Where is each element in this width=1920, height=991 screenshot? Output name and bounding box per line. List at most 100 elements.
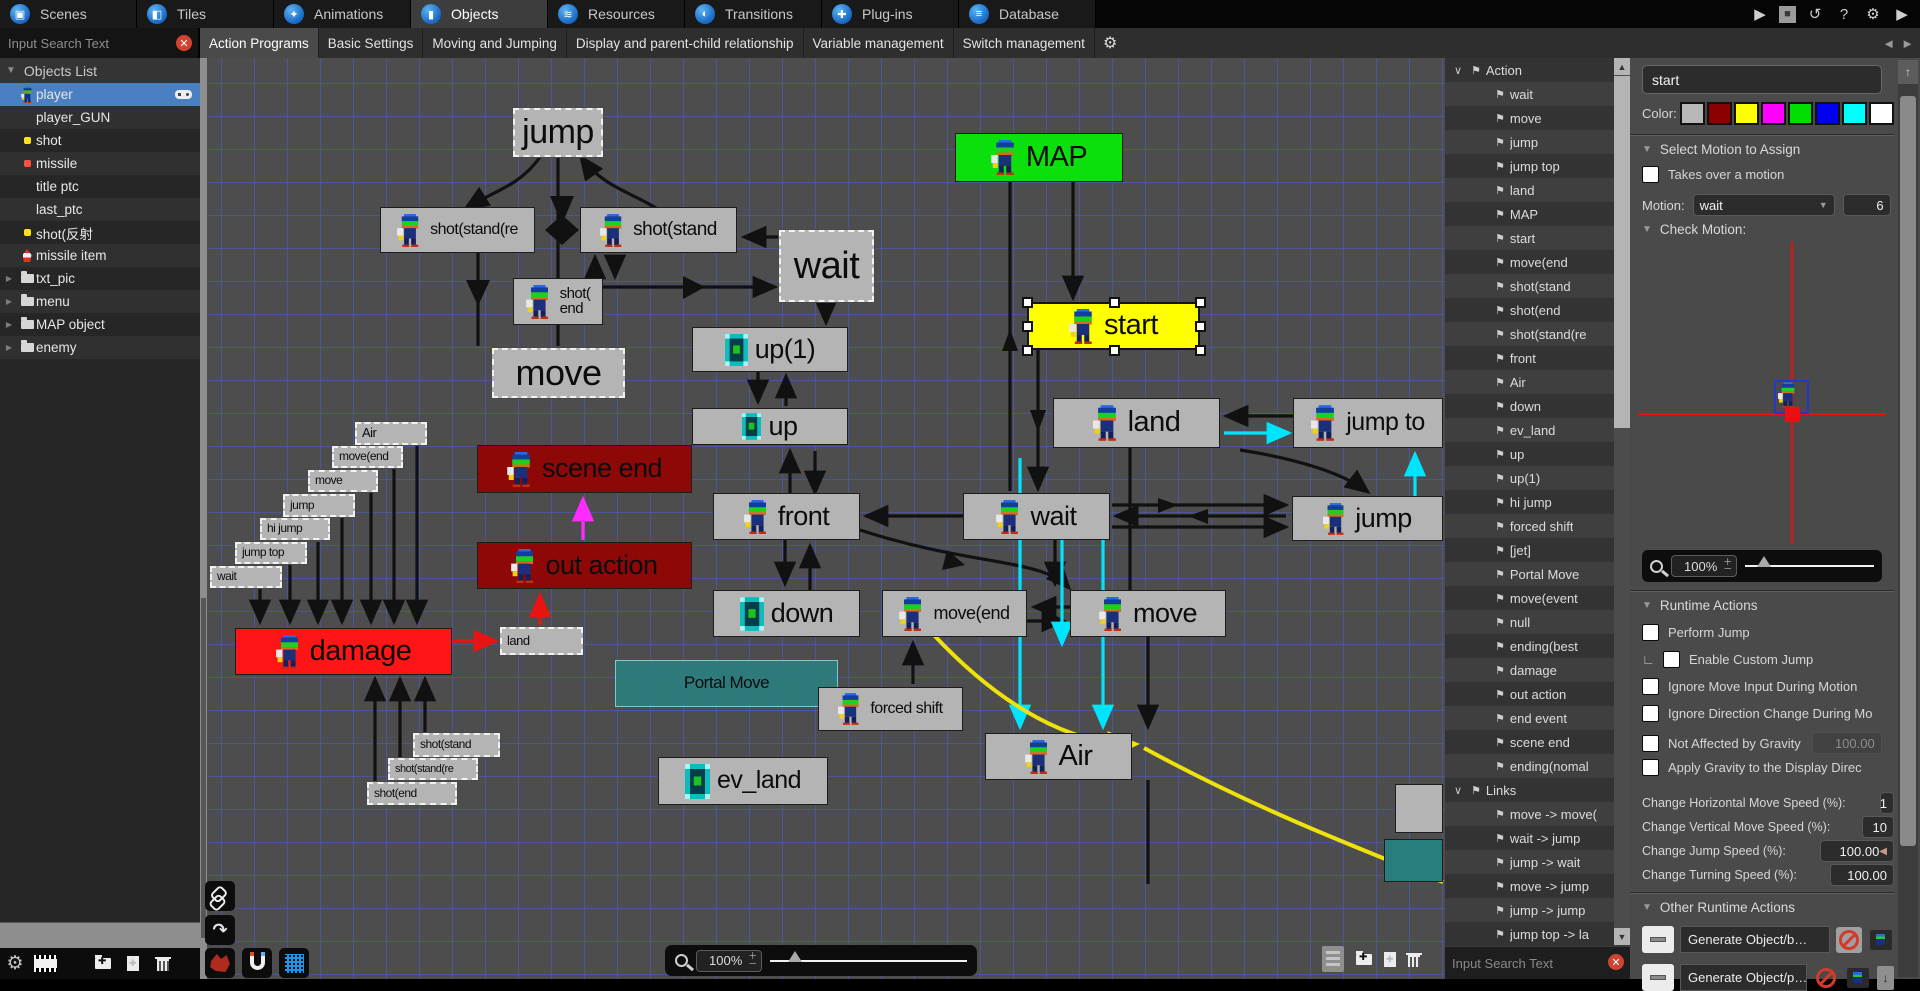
zoom-stepper[interactable]: ＋－ — [748, 953, 757, 967]
expand-arrow-icon[interactable]: ▶ — [0, 274, 18, 283]
toolbar-search-clear-icon[interactable]: ✕ — [176, 35, 192, 51]
sidebar-scroll-area[interactable] — [0, 922, 200, 948]
node-blank[interactable] — [1395, 784, 1443, 833]
sidebar-item-menu[interactable]: ▶ menu — [0, 290, 200, 313]
action-item-move[interactable]: ⚑move — [1445, 106, 1614, 130]
tab-objects[interactable]: ▮Objects — [411, 0, 548, 28]
selection-handle[interactable] — [1195, 321, 1206, 332]
select-motion-header[interactable]: ▼Select Motion to Assign — [1642, 142, 1894, 157]
tab-resources[interactable]: ≋Resources — [548, 0, 685, 28]
action-item-ev-land[interactable]: ⚑ev_land — [1445, 418, 1614, 442]
sidebar-item-map-object[interactable]: ▶ MAP object — [0, 313, 200, 336]
tab-database[interactable]: ≡Database — [959, 0, 1096, 28]
expand-arrow-icon[interactable]: ▶ — [0, 297, 18, 306]
redirect-arrow-icon[interactable]: ↷ — [205, 915, 235, 945]
grid-toggle-icon[interactable] — [279, 948, 309, 978]
sidebar-item-title-ptc[interactable]: title ptc — [0, 175, 200, 198]
action-item-up[interactable]: ⚑up — [1445, 442, 1614, 466]
action-item-jump[interactable]: ⚑jump — [1445, 130, 1614, 154]
node-air[interactable]: Air — [985, 733, 1132, 780]
perform-jump-checkbox[interactable] — [1642, 624, 1659, 641]
node-up-1[interactable]: up(1) — [692, 327, 848, 372]
action-item-wait-jump[interactable]: ⚑wait -> jump — [1445, 826, 1614, 850]
node-move[interactable]: move — [492, 348, 625, 398]
action-item-move-jump[interactable]: ⚑move -> jump — [1445, 874, 1614, 898]
node-jump[interactable]: jump — [283, 494, 355, 517]
node-move[interactable]: move — [308, 470, 378, 492]
tab-plug-ins[interactable]: ✚Plug-ins — [822, 0, 959, 28]
selection-handle[interactable] — [1195, 345, 1206, 356]
remove-action-button[interactable] — [1642, 964, 1674, 991]
runtime-actions-header[interactable]: ▼Runtime Actions — [1642, 598, 1894, 613]
action-program-canvas[interactable]: jump shot(stand(re shot(standwait shot( … — [200, 58, 1445, 979]
canvas-zoom-value[interactable]: 100% ＋－ — [696, 950, 762, 972]
node-jump[interactable]: jump — [1292, 496, 1443, 541]
preview-zoom-value[interactable]: 100% ＋－ — [1671, 555, 1737, 577]
action-item-hi-jump[interactable]: ⚑hi jump — [1445, 490, 1614, 514]
disable-icon[interactable] — [1813, 965, 1839, 991]
group-chevron-icon[interactable]: ∨ — [1445, 784, 1471, 797]
action-item-jump-top-la[interactable]: ⚑jump top -> la — [1445, 922, 1614, 946]
move-down-icon[interactable]: ↓ — [1877, 966, 1894, 990]
nav-back-icon[interactable]: ◄ — [1882, 36, 1895, 51]
tab-scenes[interactable]: ▣Scenes — [0, 0, 137, 28]
help-button[interactable]: ? — [1834, 4, 1854, 24]
delete-object-icon[interactable] — [148, 949, 178, 979]
takes-over-checkbox[interactable] — [1642, 166, 1659, 183]
node-portal-move[interactable]: Portal Move — [615, 660, 838, 707]
check-motion-header[interactable]: ▼Check Motion: — [1642, 222, 1894, 237]
disable-icon[interactable] — [1836, 927, 1862, 953]
action-item-map[interactable]: ⚑MAP — [1445, 202, 1614, 226]
scroll-down-icon[interactable]: ▼ — [1614, 928, 1630, 945]
settings-button[interactable]: ⚙ — [1863, 4, 1883, 24]
snap-magnet-icon[interactable] — [242, 948, 272, 978]
add-object-folder-icon[interactable] — [88, 949, 118, 979]
node-shot-end[interactable]: shot(end — [367, 782, 457, 805]
selection-handle[interactable] — [1022, 297, 1033, 308]
node-air[interactable]: Air — [355, 422, 427, 445]
node-shot-stand-re[interactable]: shot(stand(re — [380, 207, 535, 253]
node-down[interactable]: down — [713, 590, 860, 637]
action-item-end-event[interactable]: ⚑end event — [1445, 706, 1614, 730]
apply-gravity-to-the-display-direc-checkbox[interactable] — [1642, 759, 1659, 776]
action-item-front[interactable]: ⚑front — [1445, 346, 1614, 370]
sidebar-item-shot[interactable]: shot — [0, 129, 200, 152]
sidebar-item-shot[interactable]: shot(反射 — [0, 221, 200, 244]
objects-list-header[interactable]: ▼ Objects List — [0, 58, 200, 83]
action-search-input[interactable]: Input Search Text ✕ — [1445, 947, 1630, 979]
group-chevron-icon[interactable]: ∨ — [1445, 64, 1471, 77]
node-scene-end[interactable]: scene end — [477, 445, 692, 493]
action-item-jump-jump[interactable]: ⚑jump -> jump — [1445, 898, 1614, 922]
ignore-move-input-during-motion-checkbox[interactable] — [1642, 678, 1659, 695]
color-swatch-7[interactable] — [1869, 102, 1894, 125]
generate-object-b-field[interactable]: Generate Object/b… — [1680, 926, 1830, 953]
subtab-action-programs[interactable]: Action Programs — [200, 28, 319, 58]
tab-animations[interactable]: ✦Animations — [274, 0, 411, 28]
sidebar-item-player[interactable]: player — [0, 83, 200, 106]
action-item-shot-stand[interactable]: ⚑shot(stand — [1445, 274, 1614, 298]
generate-object-p-field[interactable]: Generate Object/p… — [1680, 964, 1807, 991]
node-ev-land[interactable]: ev_land — [658, 757, 828, 805]
node-front[interactable]: front — [713, 493, 860, 540]
delete-mode-icon[interactable] — [205, 948, 235, 978]
action-item-ending-nomal[interactable]: ⚑ending(nomal — [1445, 754, 1614, 778]
toolbar-search-input[interactable]: Input Search Text ✕ — [0, 28, 200, 58]
action-item-ending-best[interactable]: ⚑ending(best — [1445, 634, 1614, 658]
node-move-end[interactable]: move(end — [882, 590, 1027, 637]
undo-button[interactable]: ↺ — [1805, 4, 1825, 24]
action-item-damage[interactable]: ⚑damage — [1445, 658, 1614, 682]
motion-dropdown[interactable]: wait▼ — [1693, 194, 1835, 216]
enable-custom-jump-checkbox[interactable] — [1663, 651, 1680, 668]
not-affected-by-gravity-checkbox[interactable] — [1642, 735, 1659, 752]
properties-scroll-up-icon[interactable]: ↑ — [1898, 60, 1918, 84]
sub-toolbar-gear-icon[interactable]: ⚙ — [1095, 28, 1125, 58]
remove-action-button[interactable] — [1642, 926, 1674, 953]
sidebar-item-missile[interactable]: missile — [0, 152, 200, 175]
change-horizontal-move-speed-field[interactable]: 1 — [1880, 792, 1894, 814]
node-start[interactable]: start — [1027, 302, 1200, 350]
canvas-delete-icon[interactable] — [1408, 955, 1420, 967]
properties-scrollbar[interactable]: ↑ — [1898, 60, 1918, 977]
node-move-end[interactable]: move(end — [332, 446, 403, 468]
subtab-display-and-parent-child-relationship[interactable]: Display and parent-child relationship — [567, 28, 804, 58]
nav-forward-icon[interactable]: ► — [1901, 36, 1914, 51]
